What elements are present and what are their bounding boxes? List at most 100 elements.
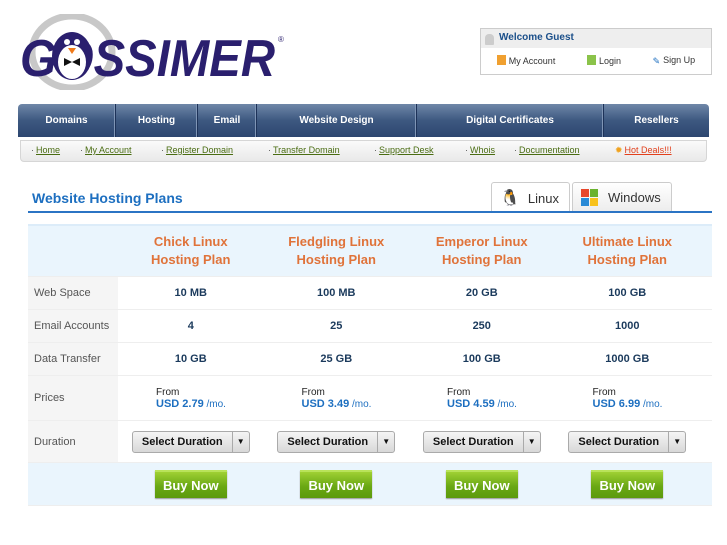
row-label: Web Space <box>28 277 118 309</box>
price-cell: From USD 3.49 /mo. <box>264 376 410 420</box>
plan-name: Chick Linux Hosting Plan <box>151 234 231 267</box>
login-label: Login <box>598 56 621 66</box>
cell: 250 <box>472 320 491 332</box>
plan-name: Emperor Linux Hosting Plan <box>435 234 528 267</box>
my-account-label: My Account <box>508 56 556 66</box>
nav-hosting[interactable]: Hosting <box>116 104 198 137</box>
sub-nav: Home My Account Register Domain Transfer… <box>20 140 707 162</box>
price-cell: From USD 6.99 /mo. <box>555 376 701 420</box>
duration-cell: Select Duration ▼ <box>264 421 410 462</box>
row-label: Email Accounts <box>28 310 118 342</box>
subnav-transfer-domain[interactable]: Transfer Domain <box>268 145 340 155</box>
nav-email[interactable]: Email <box>198 104 257 137</box>
cell: 10 GB <box>174 353 207 365</box>
row-label: Duration <box>28 421 118 462</box>
per-month: /mo. <box>497 398 517 410</box>
buy-now-button[interactable]: Buy Now <box>300 470 373 498</box>
duration-row: Duration Select Duration ▼ Select Duratio… <box>28 421 712 463</box>
duration-cell: Select Duration ▼ <box>118 421 264 462</box>
welcome-box: Welcome Guest My Account Login ✎ Sign Up <box>480 28 712 75</box>
login-link[interactable]: Login <box>586 55 621 66</box>
duration-cell: Select Duration ▼ <box>555 421 701 462</box>
windows-logo-icon <box>581 189 598 206</box>
cell: 100 MB <box>316 287 356 299</box>
from-label: From <box>592 386 616 398</box>
plan-header-row: Chick Linux Hosting Plan Fledgling Linux… <box>28 224 712 277</box>
duration-select[interactable]: Select Duration ▼ <box>131 430 250 453</box>
nav-domains[interactable]: Domains <box>18 104 116 137</box>
sign-up-link[interactable]: ✎ Sign Up <box>653 55 696 66</box>
cell: 100 GB <box>462 353 501 365</box>
subnav-support-desk[interactable]: Support Desk <box>374 145 434 155</box>
chevron-down-icon: ▼ <box>236 437 245 446</box>
chevron-down-icon: ▼ <box>382 437 391 446</box>
duration-select[interactable]: Select Duration ▼ <box>568 430 687 453</box>
from-label: From <box>301 386 325 398</box>
select-label: Select Duration <box>569 431 670 452</box>
my-account-link[interactable]: My Account <box>496 55 556 66</box>
buy-row: Buy Now Buy Now Buy Now Buy Now <box>28 463 712 506</box>
plan-name: Ultimate Linux Hosting Plan <box>582 234 673 267</box>
empty-cell <box>28 226 118 276</box>
tab-linux-label: Linux <box>527 190 559 206</box>
subnav-hot-deals[interactable]: Hot Deals!!! <box>615 145 672 156</box>
buy-cell: Buy Now <box>118 463 264 505</box>
from-label: From <box>156 386 180 398</box>
subnav-my-account[interactable]: My Account <box>80 145 132 155</box>
subnav-register-domain[interactable]: Register Domain <box>161 145 233 155</box>
buy-now-button[interactable]: Buy Now <box>591 470 664 498</box>
duration-select[interactable]: Select Duration ▼ <box>277 430 396 453</box>
welcome-title: Welcome Guest <box>499 32 574 43</box>
section-title: Website Hosting Plans <box>32 190 183 206</box>
main-nav: Domains Hosting Email Website Design Dig… <box>18 104 709 137</box>
chevron-down-icon: ▼ <box>673 437 682 446</box>
tab-windows[interactable]: Windows <box>572 182 672 212</box>
subnav-home[interactable]: Home <box>31 145 60 155</box>
cell: 20 GB <box>465 287 498 299</box>
table-row: Email Accounts 4 25 250 1000 <box>28 310 712 343</box>
empty-cell <box>28 463 118 505</box>
cell: 1000 <box>615 320 640 332</box>
row-label: Data Transfer <box>28 343 118 375</box>
cell: 4 <box>187 320 194 332</box>
gossimer-logo[interactable]: GOSSIMER ® <box>20 12 285 92</box>
subnav-whois[interactable]: Whois <box>465 145 495 155</box>
select-label: Select Duration <box>133 431 233 452</box>
buy-now-button[interactable]: Buy Now <box>154 470 227 498</box>
subnav-documentation[interactable]: Documentation <box>514 145 580 155</box>
price: USD 4.59 <box>447 397 495 410</box>
row-label: Prices <box>28 376 118 420</box>
price: USD 3.49 <box>301 397 350 410</box>
title-divider <box>28 211 712 213</box>
duration-cell: Select Duration ▼ <box>409 421 555 462</box>
price: USD 6.99 <box>592 397 641 410</box>
table-row: Web Space 10 MB 100 MB 20 GB 100 GB <box>28 277 712 310</box>
per-month: /mo. <box>351 398 372 410</box>
select-label: Select Duration <box>424 431 524 452</box>
cell: 10 MB <box>174 287 207 299</box>
nav-resellers[interactable]: Resellers <box>604 104 709 137</box>
nav-website-design[interactable]: Website Design <box>257 104 417 137</box>
account-icon <box>496 55 506 65</box>
cell: 25 GB <box>320 353 353 365</box>
buy-cell: Buy Now <box>555 463 701 505</box>
per-month: /mo. <box>642 398 663 410</box>
cell: 100 GB <box>608 287 647 299</box>
price: USD 2.79 <box>156 397 204 410</box>
lock-icon <box>586 55 596 65</box>
from-label: From <box>447 386 471 398</box>
select-label: Select Duration <box>278 431 379 452</box>
prices-row: Prices From USD 2.79 /mo. From USD 3.49 /m… <box>28 376 712 421</box>
tab-linux[interactable]: 🐧 Linux <box>491 182 570 213</box>
plan-name: Fledgling Linux Hosting Plan <box>288 234 385 267</box>
duration-select[interactable]: Select Duration ▼ <box>422 430 541 453</box>
buy-cell: Buy Now <box>264 463 410 505</box>
chevron-down-icon: ▼ <box>527 437 536 446</box>
nav-digital-certificates[interactable]: Digital Certificates <box>417 104 604 137</box>
svg-text:®: ® <box>278 35 284 44</box>
per-month: /mo. <box>206 398 226 410</box>
sign-up-label: Sign Up <box>663 55 696 65</box>
buy-now-button[interactable]: Buy Now <box>445 470 518 498</box>
cell: 1000 GB <box>605 353 650 365</box>
price-cell: From USD 4.59 /mo. <box>409 376 555 420</box>
